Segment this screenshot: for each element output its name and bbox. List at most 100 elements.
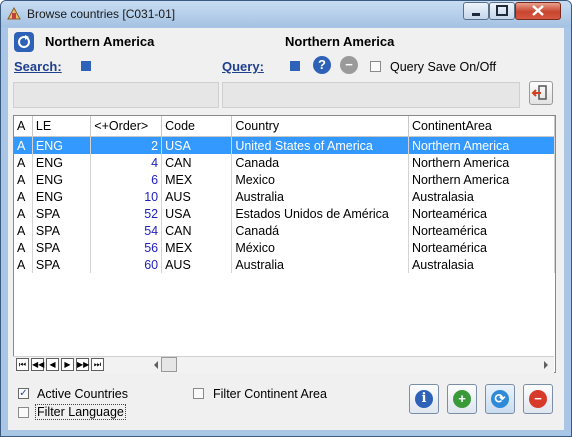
table-row[interactable]: A ENG 6 MEX Mexico Northern America: [14, 171, 555, 188]
grid-navigator-scrollbar[interactable]: ⏮ ◀◀ ◀ ▶ ▶▶ ⏭: [13, 356, 554, 373]
cell-order: 56: [90, 239, 163, 256]
minimize-button[interactable]: [463, 2, 489, 20]
search-toggle-icon[interactable]: [81, 61, 91, 71]
scroll-left-icon[interactable]: [152, 360, 160, 370]
cell-active: A: [14, 154, 33, 171]
cell-active: A: [14, 136, 33, 154]
maximize-icon: [496, 5, 508, 16]
column-header-country[interactable]: Country: [231, 116, 409, 137]
cell-continent-area: Australasia: [408, 188, 555, 205]
next-page-icon[interactable]: ▶▶: [76, 358, 89, 371]
cell-continent-area: Northern America: [408, 136, 555, 154]
cell-language: ENG: [32, 171, 92, 188]
query-save-label: Query Save On/Off: [390, 60, 497, 74]
cell-continent-area: Norteamérica: [408, 205, 555, 222]
column-header-order[interactable]: <+Order>: [90, 116, 163, 137]
cell-order: 10: [90, 188, 163, 205]
cell-continent-area: Norteamérica: [408, 222, 555, 239]
active-countries-checkbox[interactable]: ✓: [18, 388, 29, 399]
cell-active: A: [14, 171, 33, 188]
search-label[interactable]: Search:: [14, 59, 62, 74]
cell-code: USA: [161, 205, 233, 222]
main-window: Browse countries [C031-01] Northern Amer…: [0, 0, 572, 437]
cell-code: CAN: [161, 222, 233, 239]
table-row[interactable]: A ENG 10 AUS Australia Australasia: [14, 188, 555, 205]
refresh-button[interactable]: ⟳: [485, 384, 515, 414]
title-bar: Browse countries [C031-01]: [1, 1, 571, 27]
info-button[interactable]: i: [409, 384, 439, 414]
previous-page-icon[interactable]: ◀◀: [31, 358, 44, 371]
cell-active: A: [14, 205, 33, 222]
table-row[interactable]: A ENG 2 USA United States of America Northern…: [14, 136, 555, 154]
delete-button[interactable]: −: [523, 384, 553, 414]
exit-button[interactable]: [529, 81, 553, 105]
close-icon: [532, 5, 544, 16]
cell-code: MEX: [161, 171, 233, 188]
cell-order: 6: [90, 171, 163, 188]
countries-grid[interactable]: A LE <+Order> Code Country ContinentArea…: [13, 115, 556, 373]
query-input[interactable]: [222, 82, 520, 108]
cell-active: A: [14, 239, 33, 256]
cell-language: ENG: [32, 136, 92, 154]
grid-body: A ENG 2 USA United States of America Northern…: [14, 136, 555, 273]
search-input[interactable]: [13, 82, 219, 108]
exit-door-icon: [531, 85, 547, 100]
column-header-continent-area[interactable]: ContinentArea: [408, 116, 555, 137]
scroll-right-icon[interactable]: [542, 360, 550, 370]
cell-continent-area: Norteamérica: [408, 239, 555, 256]
cell-order: 52: [90, 205, 163, 222]
minimize-icon: [472, 13, 480, 16]
table-row[interactable]: A SPA 56 MEX México Norteamérica: [14, 239, 555, 256]
cell-active: A: [14, 256, 33, 273]
back-button[interactable]: [14, 32, 34, 52]
cell-order: 60: [90, 256, 163, 273]
filter-continent-area-checkbox[interactable]: [193, 388, 204, 399]
next-record-icon[interactable]: ▶: [61, 358, 74, 371]
cell-order: 54: [90, 222, 163, 239]
scroll-thumb[interactable]: [161, 357, 177, 372]
cell-country: Canadá: [231, 222, 409, 239]
first-record-icon[interactable]: ⏮: [16, 358, 29, 371]
query-toggle-icon[interactable]: [290, 61, 300, 71]
filter-language-label: Filter Language: [35, 404, 126, 420]
refresh-icon: ⟳: [491, 390, 509, 408]
maximize-button[interactable]: [489, 2, 515, 20]
refresh-arrow-icon: [18, 35, 30, 48]
cell-country: Australia: [231, 256, 409, 273]
add-button[interactable]: +: [447, 384, 477, 414]
cell-order: 2: [90, 136, 163, 154]
table-row[interactable]: A SPA 60 AUS Australia Australasia: [14, 256, 555, 273]
filter-language-checkbox[interactable]: [18, 407, 29, 418]
query-label[interactable]: Query:: [222, 59, 264, 74]
cell-language: SPA: [32, 222, 92, 239]
cell-active: A: [14, 222, 33, 239]
clear-query-icon[interactable]: −: [340, 56, 358, 74]
cell-continent-area: Northern America: [408, 154, 555, 171]
cell-country: Estados Unidos de América: [231, 205, 409, 222]
filter-continent-area-label: Filter Continent Area: [213, 387, 327, 401]
cell-country: Australia: [231, 188, 409, 205]
last-record-icon[interactable]: ⏭: [91, 358, 104, 371]
table-row[interactable]: A SPA 54 CAN Canadá Norteamérica: [14, 222, 555, 239]
column-header-code[interactable]: Code: [161, 116, 233, 137]
table-row[interactable]: A SPA 52 USA Estados Unidos de América Nortea…: [14, 205, 555, 222]
column-header-active[interactable]: A: [14, 116, 33, 137]
close-button[interactable]: [515, 2, 561, 20]
cell-country: Mexico: [231, 171, 409, 188]
previous-record-icon[interactable]: ◀: [46, 358, 59, 371]
cell-country: Canada: [231, 154, 409, 171]
column-header-language[interactable]: LE: [32, 116, 92, 137]
right-title: Northern America: [285, 34, 395, 49]
table-row[interactable]: A ENG 4 CAN Canada Northern America: [14, 154, 555, 171]
cell-language: SPA: [32, 239, 92, 256]
cell-language: SPA: [32, 256, 92, 273]
cell-language: SPA: [32, 205, 92, 222]
grid-table: A LE <+Order> Code Country ContinentArea…: [14, 116, 555, 273]
cell-order: 4: [90, 154, 163, 171]
app-icon: [7, 7, 21, 20]
cell-country: México: [231, 239, 409, 256]
help-icon[interactable]: ?: [313, 56, 331, 74]
plus-icon: +: [453, 390, 471, 408]
left-title: Northern America: [45, 34, 155, 49]
query-save-checkbox[interactable]: [370, 61, 381, 72]
